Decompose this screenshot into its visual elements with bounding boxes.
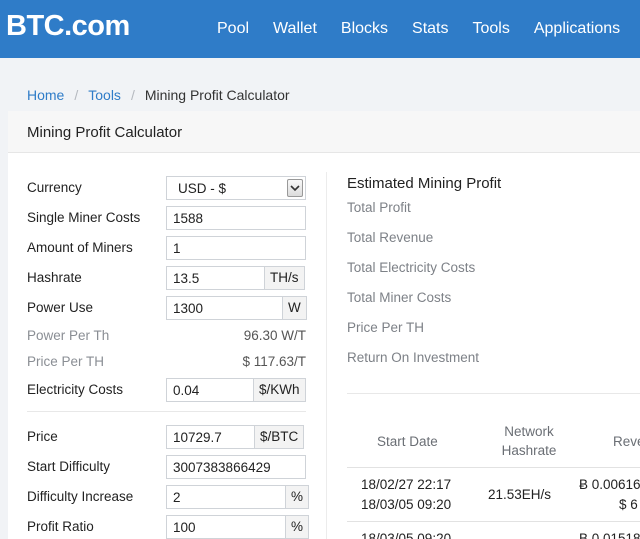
breadcrumb-tools[interactable]: Tools [88, 87, 121, 103]
price-unit: $/BTC [254, 426, 304, 448]
table-row-1-revenue-btc: Ƀ 0.00616 [579, 477, 640, 492]
form-divider [27, 411, 306, 412]
nav-pool[interactable]: Pool [217, 20, 249, 38]
hashrate-row: Hashrate TH/s [27, 266, 306, 290]
power-per-th-value: 96.30 W/T [243, 328, 306, 343]
table-header-revenue: Reve [613, 434, 640, 449]
page-title: Mining Profit Calculator [27, 124, 183, 141]
table-header-network: Network [504, 424, 554, 439]
price-row: Price $/BTC [27, 425, 306, 449]
single-miner-costs-label: Single Miner Costs [27, 210, 141, 225]
return-on-investment-label: Return On Investment [347, 350, 480, 365]
table-row-1-revenue-usd: $ 6 [619, 497, 638, 512]
table-header-network-hashrate: Network Hashrate [498, 422, 560, 460]
profit-ratio-field: % [166, 515, 310, 539]
amount-of-miners-field [166, 236, 306, 260]
start-difficulty-label: Start Difficulty [27, 459, 111, 474]
profit-ratio-input[interactable] [167, 516, 285, 538]
price-per-th-label: Price Per TH [27, 354, 105, 369]
nav-tools[interactable]: Tools [472, 20, 509, 38]
power-use-input[interactable] [167, 297, 282, 319]
hashrate-label: Hashrate [27, 270, 82, 285]
single-miner-costs-row: Single Miner Costs [27, 206, 306, 230]
currency-label: Currency [27, 180, 82, 195]
amount-of-miners-input[interactable] [167, 237, 305, 259]
hashrate-unit: TH/s [264, 267, 304, 289]
estimate-divider [347, 393, 640, 394]
currency-value: USD - $ [178, 180, 227, 196]
total-profit-label: Total Profit [347, 200, 411, 215]
electricity-costs-input[interactable] [167, 379, 253, 401]
power-use-unit: W [282, 297, 306, 319]
power-use-label: Power Use [27, 300, 94, 315]
price-label: Price [27, 429, 58, 444]
electricity-costs-field: $/KWh [166, 378, 306, 402]
table-header-divider [347, 467, 640, 468]
panel-header: Mining Profit Calculator [8, 111, 640, 153]
total-electricity-costs-label: Total Electricity Costs [347, 260, 476, 275]
estimate-title: Estimated Mining Profit [347, 175, 502, 192]
table-row-1-start: 18/02/27 22:17 [361, 477, 452, 492]
amount-of-miners-label: Amount of Miners [27, 240, 133, 255]
price-per-th-estimate-label: Price Per TH [347, 320, 425, 335]
breadcrumb-current: Mining Profit Calculator [144, 87, 290, 103]
power-use-field: W [166, 296, 307, 320]
top-navbar: BTC.com Pool Wallet Blocks Stats Tools A… [0, 0, 640, 58]
single-miner-costs-input[interactable] [167, 207, 305, 229]
main-nav: Pool Wallet Blocks Stats Tools Applicati… [217, 0, 640, 58]
hashrate-field: TH/s [166, 266, 305, 290]
total-revenue-label: Total Revenue [347, 230, 434, 245]
nav-wallet[interactable]: Wallet [273, 20, 317, 38]
breadcrumb-home[interactable]: Home [27, 87, 64, 103]
table-row-2-start: 18/03/05 09:20 [361, 531, 452, 539]
profit-ratio-row: Profit Ratio % [27, 515, 310, 539]
site-logo[interactable]: BTC.com [6, 10, 130, 43]
nav-stats[interactable]: Stats [412, 20, 448, 38]
chevron-down-icon[interactable] [287, 179, 303, 197]
hashrate-input[interactable] [167, 267, 264, 289]
price-per-th-row: Price Per TH $ 117.63/T [27, 350, 306, 374]
power-per-th-label: Power Per Th [27, 328, 110, 343]
amount-of-miners-row: Amount of Miners [27, 236, 306, 260]
nav-applications[interactable]: Applications [534, 20, 620, 38]
electricity-costs-label: Electricity Costs [27, 382, 124, 397]
price-field: $/BTC [166, 425, 305, 449]
price-per-th-value: $ 117.63/T [242, 354, 306, 369]
total-miner-costs-label: Total Miner Costs [347, 290, 452, 305]
table-row-divider [347, 521, 640, 522]
electricity-costs-unit: $/KWh [253, 379, 305, 401]
breadcrumb: Home / Tools / Mining Profit Calculator [27, 87, 290, 103]
difficulty-increase-unit: % [285, 486, 309, 508]
start-difficulty-field [166, 455, 306, 479]
power-per-th-row: Power Per Th 96.30 W/T [27, 324, 306, 348]
profit-ratio-unit: % [285, 516, 309, 538]
breadcrumb-separator: / [74, 87, 79, 103]
power-use-row: Power Use W [27, 296, 307, 320]
currency-row: Currency USD - $ [27, 176, 306, 200]
profit-ratio-label: Profit Ratio [27, 519, 94, 534]
table-row-1-hashrate: 21.53EH/s [488, 487, 552, 502]
table-header-hashrate: Hashrate [501, 443, 557, 458]
breadcrumb-separator: / [130, 87, 135, 103]
start-difficulty-input[interactable] [167, 456, 305, 478]
table-row-2-revenue-btc: Ƀ 0.01518 [579, 531, 640, 539]
table-header-start-date: Start Date [377, 434, 438, 449]
table-row-1-end: 18/03/05 09:20 [361, 497, 452, 512]
difficulty-increase-label: Difficulty Increase [27, 489, 134, 504]
electricity-costs-row: Electricity Costs $/KWh [27, 378, 306, 402]
nav-blocks[interactable]: Blocks [341, 20, 388, 38]
single-miner-costs-field [166, 206, 306, 230]
currency-select[interactable]: USD - $ [166, 176, 306, 200]
price-input[interactable] [167, 426, 254, 448]
difficulty-increase-field: % [166, 485, 310, 509]
difficulty-increase-row: Difficulty Increase % [27, 485, 310, 509]
column-divider [326, 172, 327, 539]
difficulty-increase-input[interactable] [167, 486, 285, 508]
start-difficulty-row: Start Difficulty [27, 455, 306, 479]
